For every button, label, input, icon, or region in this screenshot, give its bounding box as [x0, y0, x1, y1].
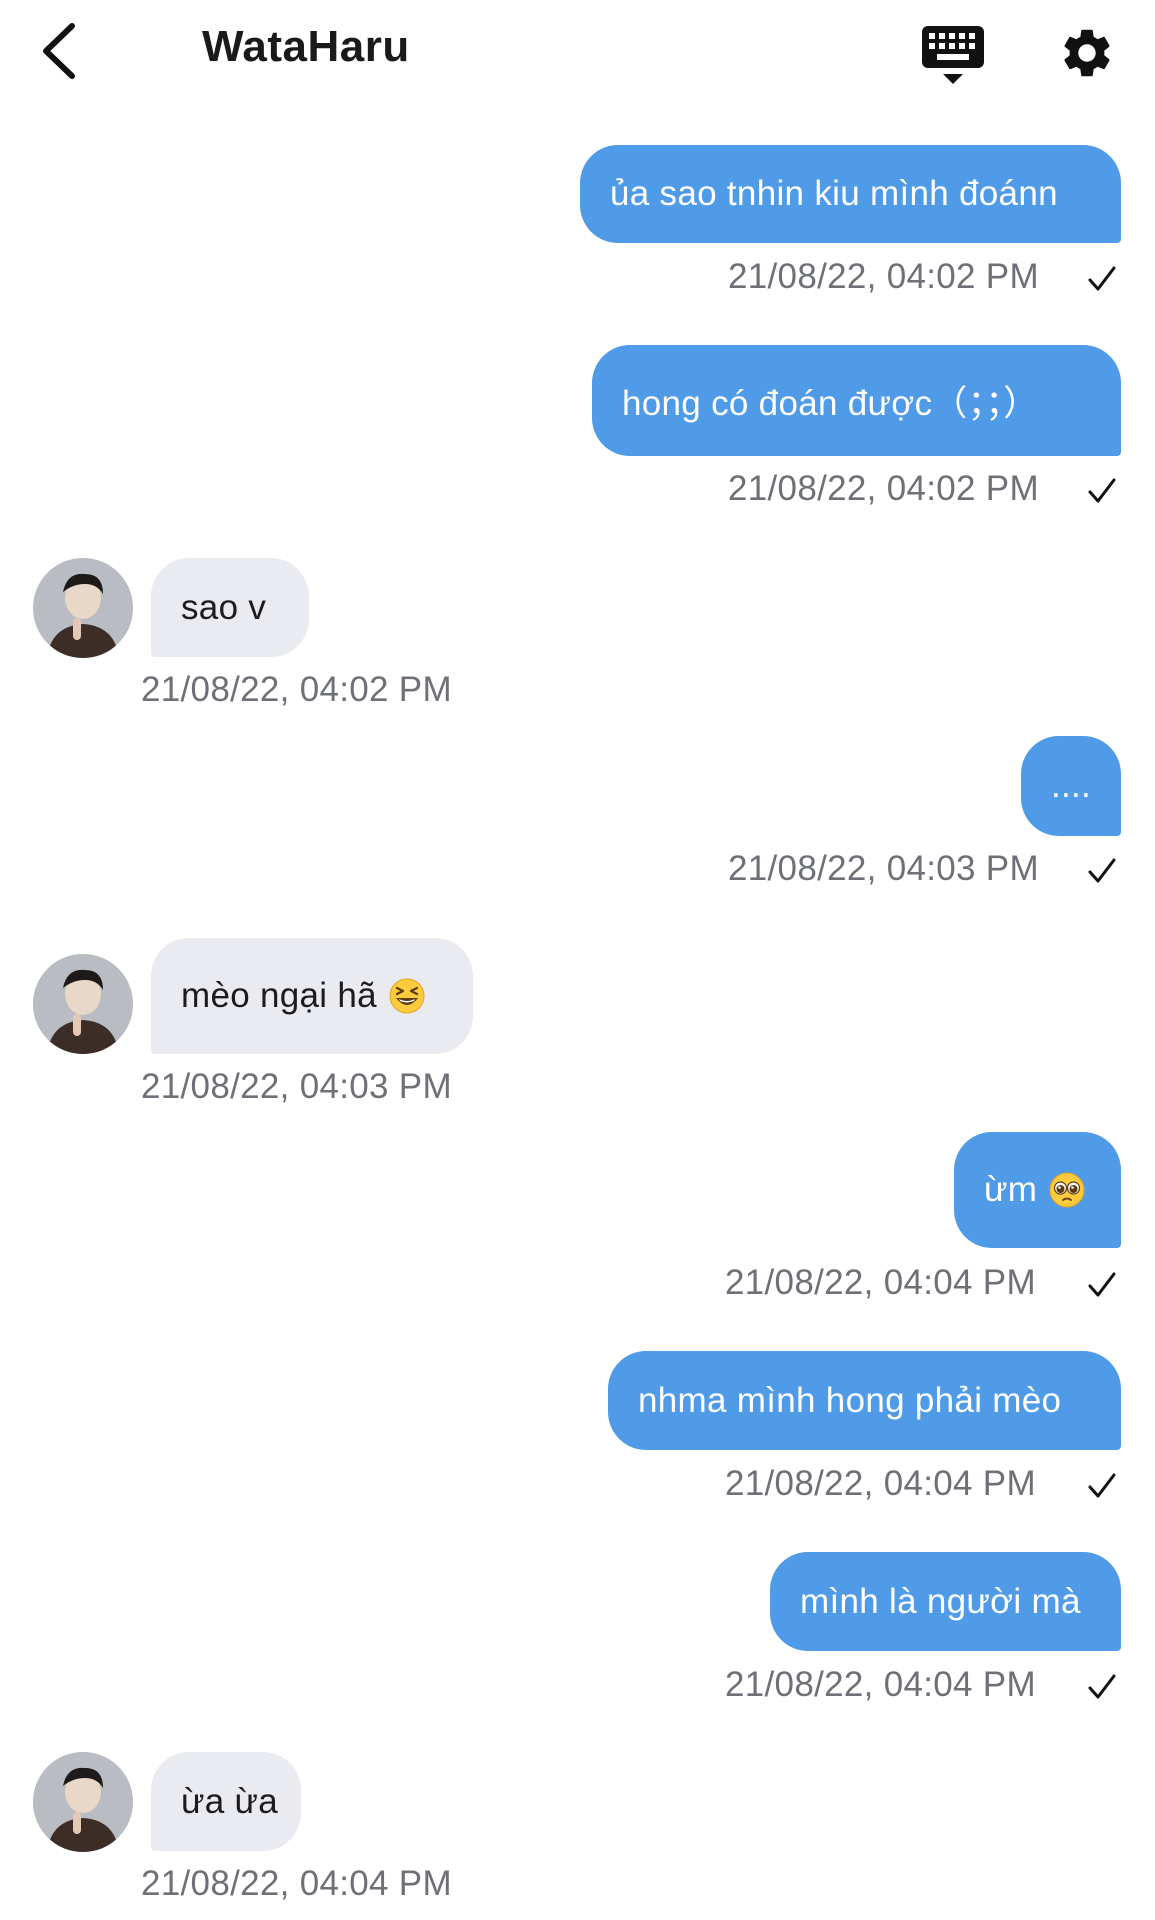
outgoing-message-bubble[interactable]: hong có đoán được（；；） — [592, 345, 1121, 456]
outgoing-message-bubble[interactable]: ừm — [954, 1132, 1121, 1248]
chevron-left-icon — [43, 23, 75, 79]
keyboard-button[interactable] — [920, 22, 986, 86]
pleading-face-emoji — [1049, 1172, 1085, 1208]
gear-icon — [1064, 29, 1110, 77]
message-timestamp: 21/08/22, 04:04 PM — [725, 1263, 1036, 1302]
chat-header: WataHaru — [0, 0, 1155, 105]
message-timestamp: 21/08/22, 04:02 PM — [141, 670, 452, 709]
outgoing-message-bubble[interactable]: .... — [1021, 736, 1121, 836]
person-photo-icon — [33, 954, 133, 1054]
message-text: mèo ngại hã — [181, 976, 377, 1015]
chat-title: WataHaru — [202, 22, 410, 71]
check-icon — [1088, 266, 1116, 291]
outgoing-message-bubble[interactable]: ủa sao tnhin kiu mình đoánn — [580, 145, 1121, 243]
outgoing-message-bubble[interactable]: mình là người mà — [770, 1552, 1121, 1651]
message-timestamp: 21/08/22, 04:04 PM — [725, 1665, 1036, 1704]
check-icon — [1088, 858, 1116, 883]
check-icon — [1088, 1473, 1116, 1498]
message-text: nhma mình hong phải mèo — [638, 1380, 1062, 1420]
keyboard-icon — [922, 26, 984, 84]
message-text: ừm — [984, 1170, 1038, 1209]
message-text: ủa sao tnhin kiu mình đoánn — [610, 174, 1058, 213]
message-text: mình là người mà — [800, 1581, 1081, 1621]
message-text: ừa ừa — [181, 1781, 279, 1821]
check-icon — [1088, 1674, 1116, 1699]
incoming-message-bubble[interactable]: mèo ngại hã — [151, 938, 473, 1054]
message-timestamp: 21/08/22, 04:04 PM — [141, 1864, 452, 1903]
message-text: hong có đoán được（；；） — [622, 384, 1039, 423]
check-icon — [1088, 478, 1116, 503]
contact-avatar[interactable] — [33, 1752, 133, 1852]
message-text: .... — [1050, 766, 1092, 805]
incoming-message-bubble[interactable]: ừa ừa — [151, 1752, 301, 1851]
outgoing-message-bubble[interactable]: nhma mình hong phải mèo — [608, 1351, 1121, 1450]
person-photo-icon — [33, 558, 133, 658]
message-text: sao v — [181, 587, 267, 627]
message-timestamp: 21/08/22, 04:02 PM — [728, 469, 1039, 508]
settings-button[interactable] — [1058, 24, 1116, 82]
message-timestamp: 21/08/22, 04:02 PM — [728, 257, 1039, 296]
grinning-squinting-face-emoji — [389, 978, 425, 1014]
contact-avatar[interactable] — [33, 558, 133, 658]
contact-avatar[interactable] — [33, 954, 133, 1054]
back-button[interactable] — [36, 20, 86, 82]
person-photo-icon — [33, 1752, 133, 1852]
incoming-message-bubble[interactable]: sao v — [151, 558, 309, 657]
message-timestamp: 21/08/22, 04:03 PM — [141, 1067, 452, 1106]
check-icon — [1088, 1272, 1116, 1297]
message-timestamp: 21/08/22, 04:04 PM — [725, 1464, 1036, 1503]
message-timestamp: 21/08/22, 04:03 PM — [728, 849, 1039, 888]
